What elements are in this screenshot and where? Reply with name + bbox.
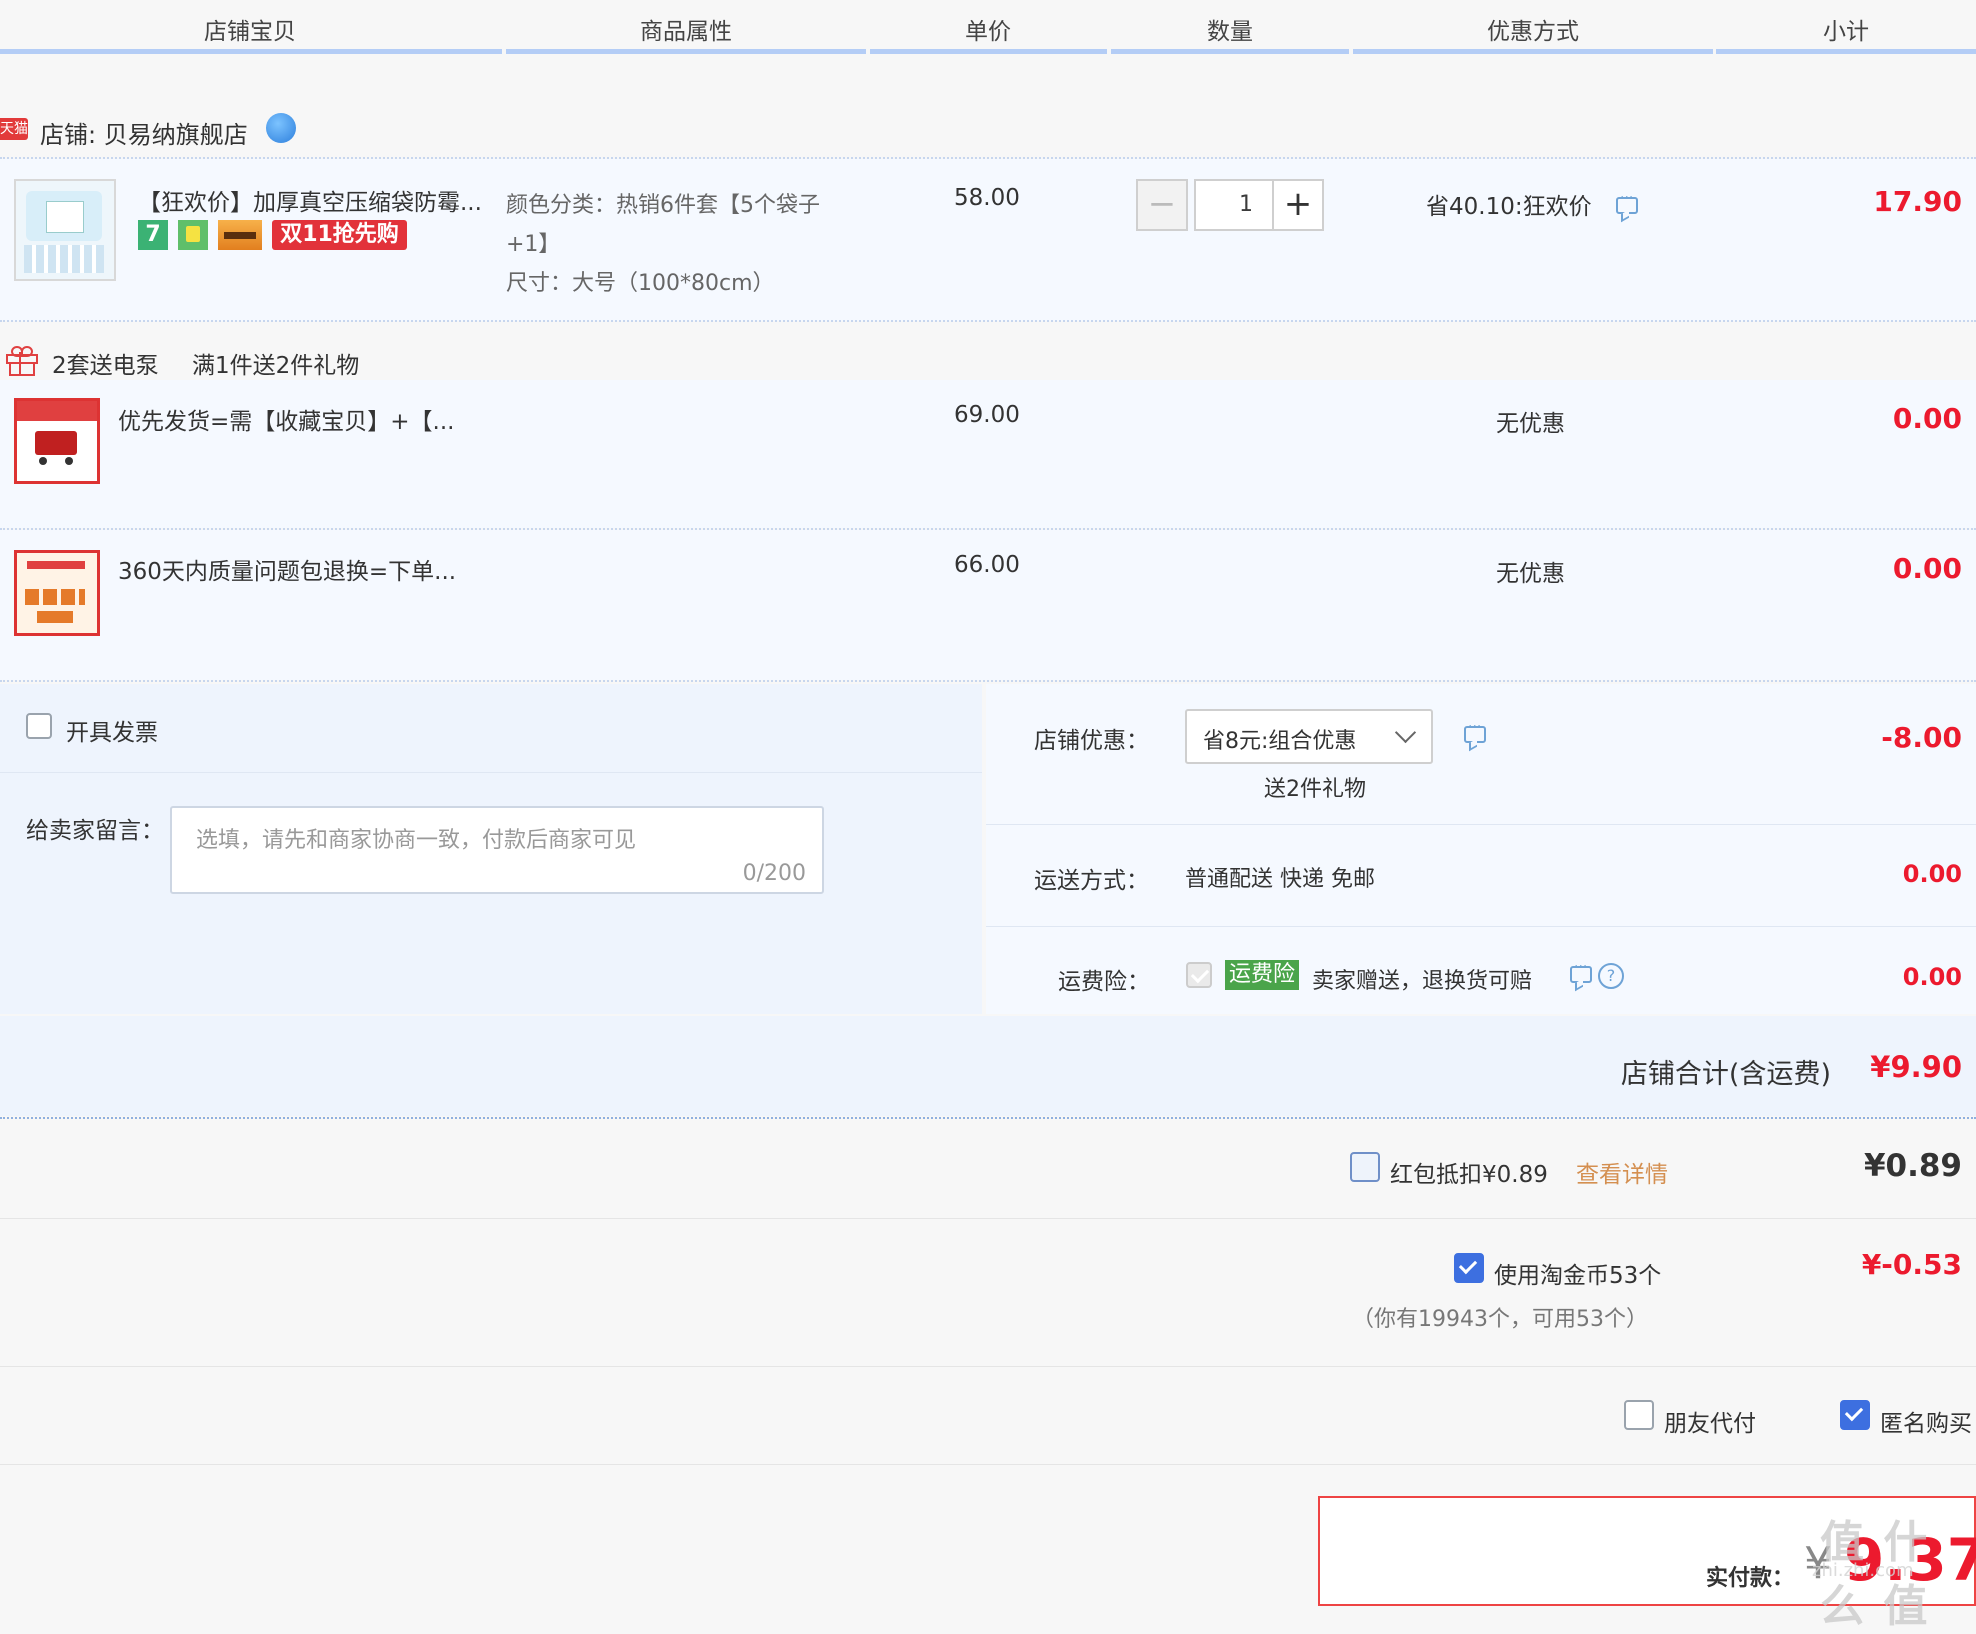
col-header-item: 店铺宝贝 xyxy=(204,19,296,45)
red-packet-checkbox[interactable] xyxy=(1350,1152,1380,1182)
gift-item-row: 优先发货=需【收藏宝贝】+【... 69.00 无优惠 0.00 xyxy=(0,380,1976,528)
attr-color-cont: +1】 xyxy=(506,232,561,257)
col-header-subtotal: 小计 xyxy=(1823,19,1869,45)
shop-discount-sub: 送2件礼物 xyxy=(1264,777,1366,802)
red-packet-amount: ¥0.89 xyxy=(1863,1148,1962,1184)
guarantee-icon xyxy=(178,220,208,250)
divider xyxy=(0,772,982,773)
final-label: 实付款： xyxy=(1706,1566,1795,1591)
options-divider xyxy=(0,680,1976,682)
message-counter: 0/200 xyxy=(742,861,806,886)
shop-discount-select[interactable]: 省8元:组合优惠 xyxy=(1185,709,1433,764)
message-icon[interactable] xyxy=(1616,190,1638,214)
order-confirm-page: 店铺宝贝 商品属性 单价 数量 优惠方式 小计 天猫 店铺: 贝易纳旗舰店 【狂… xyxy=(0,0,1976,1632)
divider xyxy=(0,1218,1976,1219)
shipping-amount: 0.00 xyxy=(1902,860,1962,888)
help-icon[interactable]: ? xyxy=(1598,963,1624,989)
tmall-badge: 天猫 xyxy=(0,118,28,140)
total-divider xyxy=(0,1117,1976,1119)
item-row: 【狂欢价】加厚真空压缩袋防霉... 7 双11抢先购 颜色分类：热销6件套【5个… xyxy=(0,159,1976,321)
shipping-label: 运送方式： xyxy=(1034,868,1149,894)
gift-icon xyxy=(6,346,38,376)
shop-name[interactable]: 店铺: 贝易纳旗舰店 xyxy=(40,115,248,150)
col-header-attributes: 商品属性 xyxy=(640,19,732,45)
header-divider xyxy=(1111,49,1349,54)
coins-checkbox[interactable] xyxy=(1454,1253,1484,1283)
product-title[interactable]: 【狂欢价】加厚真空压缩袋防霉... xyxy=(138,183,482,217)
col-header-quantity: 数量 xyxy=(1207,19,1253,45)
header-divider xyxy=(870,49,1107,54)
double11-badge: 双11抢先购 xyxy=(272,220,407,250)
red-packet-label: 红包抵扣¥0.89 xyxy=(1390,1162,1548,1188)
message-placeholder: 选填，请先和商家协商一致，付款后商家可见 xyxy=(196,828,637,853)
insurance-checkbox xyxy=(1186,962,1212,988)
gift-promo-rule: 满1件送2件礼物 xyxy=(192,353,360,379)
red-packet-detail-link[interactable]: 查看详情 xyxy=(1576,1155,1668,1189)
message-icon[interactable] xyxy=(1464,719,1486,743)
coins-amount: ¥-0.53 xyxy=(1861,1248,1962,1281)
gift-thumbnail xyxy=(14,550,100,636)
shop-total-amount: ¥9.90 xyxy=(1870,1050,1962,1084)
header-divider xyxy=(1353,49,1713,54)
attr-color: 颜色分类：热销6件套【5个袋子 xyxy=(506,193,820,218)
header-divider xyxy=(0,49,502,54)
seven-day-return-icon: 7 xyxy=(138,220,168,250)
chevron-down-icon xyxy=(1394,721,1417,744)
shop-discount-label: 店铺优惠： xyxy=(1034,728,1149,754)
item-subtotal: 17.90 xyxy=(1873,185,1962,218)
gift-thumbnail xyxy=(14,398,100,484)
insurance-amount: 0.00 xyxy=(1902,963,1962,991)
insurance-text: 卖家赠送，退换货可赔 xyxy=(1312,969,1533,994)
item-divider xyxy=(0,320,1976,322)
header-divider xyxy=(506,49,866,54)
anonymous-checkbox[interactable] xyxy=(1840,1400,1870,1430)
gift-item-title[interactable]: 优先发货=需【收藏宝贝】+【... xyxy=(118,402,454,436)
shop-discount-amount: -8.00 xyxy=(1881,721,1962,754)
shop-total-label: 店铺合计(含运费) xyxy=(1620,1059,1831,1090)
friend-pay-checkbox[interactable] xyxy=(1624,1400,1654,1430)
product-thumbnail[interactable] xyxy=(14,179,116,281)
header-divider xyxy=(1716,49,1976,54)
anonymous-label: 匿名购买 xyxy=(1880,1411,1972,1437)
seller-message-textarea[interactable]: 选填，请先和商家协商一致，付款后商家可见 0/200 xyxy=(170,806,824,894)
chat-bubble-icon[interactable] xyxy=(266,113,296,143)
insurance-label: 运费险： xyxy=(1058,969,1150,995)
gift-item-subtotal: 0.00 xyxy=(1892,552,1962,585)
gift-item-price: 66.00 xyxy=(954,552,1020,578)
coins-available: （你有19943个，可用53个） xyxy=(1352,1307,1648,1332)
gift-item-discount: 无优惠 xyxy=(1496,411,1565,437)
coins-label: 使用淘金币53个 xyxy=(1494,1263,1662,1289)
gift-promo-label: 2套送电泵 xyxy=(52,353,159,379)
increase-quantity-button[interactable]: + xyxy=(1272,179,1324,231)
divider xyxy=(986,926,1976,927)
attr-size: 尺寸：大号（100*80cm） xyxy=(506,271,775,296)
friend-pay-label: 朋友代付 xyxy=(1664,1411,1756,1437)
gift-item-subtotal: 0.00 xyxy=(1892,402,1962,435)
final-payment-box: 实付款： ¥ 9.37 值 什么 值 zhi.zhi.com xyxy=(1318,1496,1976,1632)
invoice-label: 开具发票 xyxy=(66,720,158,746)
insurance-badge: 运费险 xyxy=(1225,960,1300,990)
divider xyxy=(0,1464,1976,1465)
shop-discount-value: 省8元:组合优惠 xyxy=(1203,729,1357,754)
gift-item-row: 360天内质量问题包退换=下单... 66.00 无优惠 0.00 xyxy=(0,530,1976,680)
gift-item-price: 69.00 xyxy=(954,402,1020,428)
shipping-value: 普通配送 快递 免邮 xyxy=(1185,867,1375,892)
decrease-quantity-button[interactable]: − xyxy=(1136,179,1188,231)
divider xyxy=(986,824,1976,825)
message-label: 给卖家留言： xyxy=(26,818,164,844)
watermark-url: zhi.zhi.com xyxy=(1812,1560,1914,1581)
item-discount: 省40.10:狂欢价 xyxy=(1426,194,1592,220)
col-header-discount: 优惠方式 xyxy=(1487,19,1579,45)
invoice-checkbox[interactable] xyxy=(26,713,52,739)
divider xyxy=(0,1366,1976,1367)
unit-price: 58.00 xyxy=(954,185,1020,211)
gift-item-title[interactable]: 360天内质量问题包退换=下单... xyxy=(118,552,456,586)
col-header-price: 单价 xyxy=(965,19,1011,45)
message-icon[interactable] xyxy=(1570,959,1592,983)
credit-card-icon xyxy=(218,220,262,250)
gift-item-discount: 无优惠 xyxy=(1496,561,1565,587)
